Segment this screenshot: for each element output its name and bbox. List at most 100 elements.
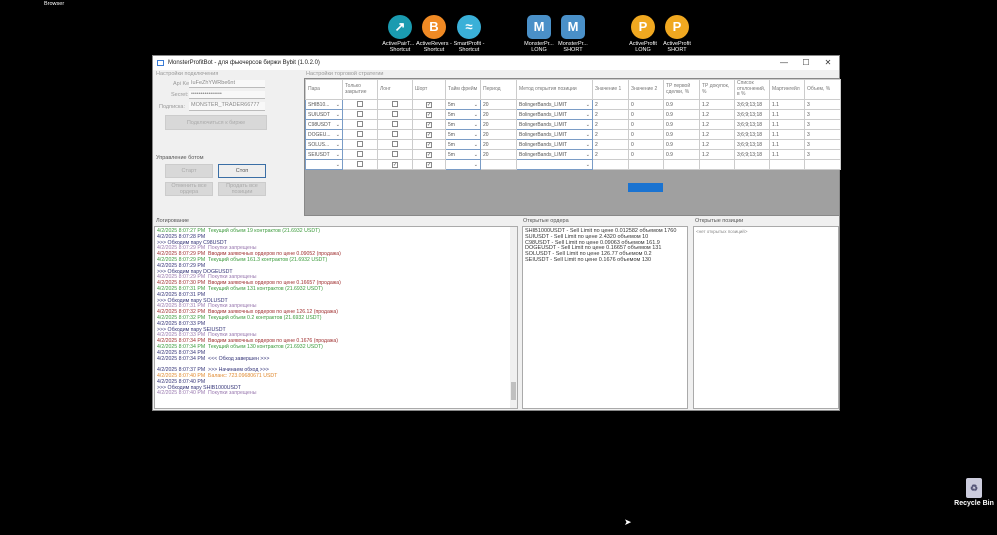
mart-cell[interactable]: 1.1 [769,129,805,140]
column-header[interactable]: Значение 2 [628,79,664,100]
v2-cell[interactable]: 0 [628,139,664,150]
chevron-down-icon[interactable]: ⌄ [474,162,478,168]
chevron-down-icon[interactable]: ⌄ [474,142,478,148]
v2-cell[interactable]: 0 [628,99,664,110]
selected-cell[interactable] [628,183,663,192]
mart-cell[interactable]: 1.1 [769,119,805,130]
tp2-cell[interactable]: 1.2 [699,149,735,160]
chevron-down-icon[interactable]: ⌄ [586,132,590,138]
long-checkbox[interactable] [392,140,398,147]
short-checkbox[interactable]: ✓ [426,161,432,168]
column-header[interactable]: Список отклонений, в % [734,79,770,100]
period-cell[interactable]: 20 [480,119,517,130]
api-key-input[interactable]: IuFeZhYWRbe6nt [189,80,265,88]
tp1-cell[interactable]: 0.9 [663,139,700,150]
period-cell[interactable] [480,159,517,170]
vol-cell[interactable]: 3 [804,139,841,150]
v1-cell[interactable]: 2 [592,129,629,140]
column-header[interactable]: Только закрытие [342,79,378,100]
close_only-checkbox[interactable] [357,140,363,147]
chevron-down-icon[interactable]: ⌄ [474,132,478,138]
tp1-cell[interactable] [663,159,700,170]
chevron-down-icon[interactable]: ⌄ [474,122,478,128]
desktop-shortcut-icon[interactable]: P ActiveProfit SHORT [655,15,699,53]
tp1-cell[interactable]: 0.9 [663,149,700,160]
open-positions-list[interactable]: <нет открытых позиций> [693,226,839,409]
connect-button[interactable]: Подключиться к бирже [165,115,267,130]
vol-cell[interactable]: 3 [804,119,841,130]
log-box[interactable]: 4/2/2025 8:07:27 PM Текущий объем 19 кон… [154,226,518,409]
column-header[interactable]: TP первой сделки, % [663,79,700,100]
period-cell[interactable]: 20 [480,99,517,110]
v1-cell[interactable]: 2 [592,109,629,120]
stop-button[interactable]: Стоп [218,164,266,178]
v1-cell[interactable]: 2 [592,119,629,130]
log-scrollbar-thumb[interactable] [511,382,516,400]
dev-cell[interactable]: 3;6;9;13;18 [734,109,770,120]
period-cell[interactable]: 20 [480,109,517,120]
mart-cell[interactable] [769,159,805,170]
chevron-down-icon[interactable]: ⌄ [336,162,340,168]
period-cell[interactable]: 20 [480,149,517,160]
v1-cell[interactable]: 2 [592,99,629,110]
tp1-cell[interactable]: 0.9 [663,109,700,120]
long-checkbox[interactable] [392,100,398,107]
v2-cell[interactable]: 0 [628,119,664,130]
close_only-checkbox[interactable] [357,130,363,137]
chevron-down-icon[interactable]: ⌄ [586,102,590,108]
short-checkbox[interactable]: ✓ [426,131,432,138]
close_only-checkbox[interactable] [357,150,363,157]
short-checkbox[interactable]: ✓ [426,121,432,128]
column-header[interactable]: Лонг [377,79,413,100]
v1-cell[interactable]: 2 [592,149,629,160]
desktop-shortcut-icon[interactable]: ≈ SmartProfit - Shortcut [447,15,491,53]
chevron-down-icon[interactable]: ⌄ [586,152,590,158]
v1-cell[interactable] [592,159,629,170]
vol-cell[interactable]: 3 [804,99,841,110]
tp2-cell[interactable]: 1.2 [699,139,735,150]
minimize-button[interactable]: — [773,56,795,70]
column-header[interactable]: TP докупок, % [699,79,735,100]
open-orders-list[interactable]: SHIB1000USDT - Sell Limit по цене 0.0125… [522,226,688,409]
tp2-cell[interactable]: 1.2 [699,119,735,130]
vol-cell[interactable]: 3 [804,149,841,160]
long-checkbox[interactable] [392,130,398,137]
chevron-down-icon[interactable]: ⌄ [586,162,590,168]
close_only-checkbox[interactable] [357,110,363,117]
chevron-down-icon[interactable]: ⌄ [336,142,340,148]
desktop-shortcut-icon[interactable]: M MonsterPr... SHORT [551,15,595,53]
v2-cell[interactable]: 0 [628,149,664,160]
column-header[interactable]: Пара [305,79,343,100]
mart-cell[interactable]: 1.1 [769,109,805,120]
log-scrollbar[interactable] [510,227,517,408]
chevron-down-icon[interactable]: ⌄ [336,132,340,138]
column-header[interactable]: Мартингейл [769,79,805,100]
period-cell[interactable]: 20 [480,129,517,140]
tp2-cell[interactable]: 1.2 [699,129,735,140]
tp2-cell[interactable]: 1.2 [699,109,735,120]
chevron-down-icon[interactable]: ⌄ [474,102,478,108]
v2-cell[interactable]: 0 [628,129,664,140]
short-checkbox[interactable]: ✓ [426,101,432,108]
subscription-input[interactable]: MONSTER_TRADER66777 [189,102,265,111]
long-checkbox[interactable] [392,110,398,117]
column-header[interactable]: Значение 1 [592,79,629,100]
chevron-down-icon[interactable]: ⌄ [474,112,478,118]
vol-cell[interactable] [804,159,841,170]
chevron-down-icon[interactable]: ⌄ [586,122,590,128]
chevron-down-icon[interactable]: ⌄ [474,152,478,158]
vol-cell[interactable]: 3 [804,129,841,140]
chevron-down-icon[interactable]: ⌄ [586,142,590,148]
tp1-cell[interactable]: 0.9 [663,119,700,130]
start-button[interactable]: Старт [165,164,213,178]
dev-cell[interactable]: 3;6;9;13;18 [734,139,770,150]
recycle-bin-icon[interactable]: ♻ Recycle Bin [951,478,997,508]
chevron-down-icon[interactable]: ⌄ [586,112,590,118]
chevron-down-icon[interactable]: ⌄ [336,152,340,158]
dev-cell[interactable]: 3;6;9;13;18 [734,149,770,160]
v2-cell[interactable]: 0 [628,109,664,120]
dev-cell[interactable]: 3;6;9;13;18 [734,119,770,130]
mart-cell[interactable]: 1.1 [769,99,805,110]
column-header[interactable]: Период [480,79,517,100]
vol-cell[interactable]: 3 [804,109,841,120]
